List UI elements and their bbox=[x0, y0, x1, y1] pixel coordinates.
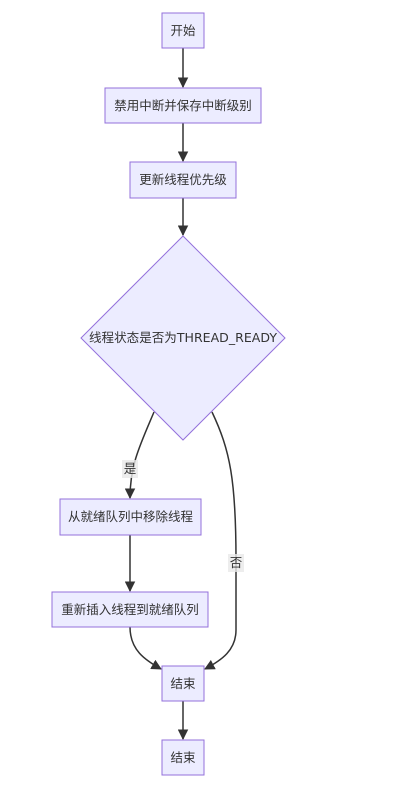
node-disable-irq-label: 禁用中断并保存中断级别 bbox=[114, 98, 252, 113]
node-end-1-label: 结束 bbox=[170, 676, 196, 691]
node-reinsert-ready-label: 重新插入线程到就绪队列 bbox=[61, 602, 199, 617]
edge-label-no-text: 否 bbox=[230, 555, 243, 570]
edge-check-to-end1-no bbox=[204, 411, 237, 670]
node-check-ready-label: 线程状态是否为THREAD_READY bbox=[89, 330, 277, 345]
node-start: 开始 bbox=[161, 12, 205, 49]
node-update-priority: 更新线程优先级 bbox=[129, 161, 237, 199]
node-end-2-label: 结束 bbox=[170, 750, 196, 765]
flowchart-svg: 是 否 开始 禁用中断并保存中断级别 更新线程优先级 线程状态是否为THREAD… bbox=[51, 12, 286, 776]
node-update-priority-label: 更新线程优先级 bbox=[139, 172, 227, 187]
node-remove-ready: 从就绪队列中移除线程 bbox=[59, 498, 202, 536]
edge-reinsert-to-end1 bbox=[129, 626, 162, 670]
node-start-label: 开始 bbox=[170, 23, 196, 38]
node-remove-ready-label: 从就绪队列中移除线程 bbox=[68, 509, 194, 524]
node-disable-irq: 禁用中断并保存中断级别 bbox=[104, 87, 262, 124]
node-end-1: 结束 bbox=[161, 665, 205, 702]
node-reinsert-ready: 重新插入线程到就绪队列 bbox=[51, 591, 209, 628]
flowchart-canvas: 是 否 开始 禁用中断并保存中断级别 更新线程优先级 线程状态是否为THREAD… bbox=[0, 0, 415, 789]
node-end-2: 结束 bbox=[161, 739, 205, 776]
edge-label-yes-text: 是 bbox=[124, 461, 137, 476]
edge-label-yes: 是 bbox=[122, 460, 138, 478]
edge-label-no: 否 bbox=[228, 554, 244, 572]
edge-check-to-remove bbox=[124, 411, 155, 500]
node-check-ready-diamond: 线程状态是否为THREAD_READY bbox=[80, 235, 286, 441]
